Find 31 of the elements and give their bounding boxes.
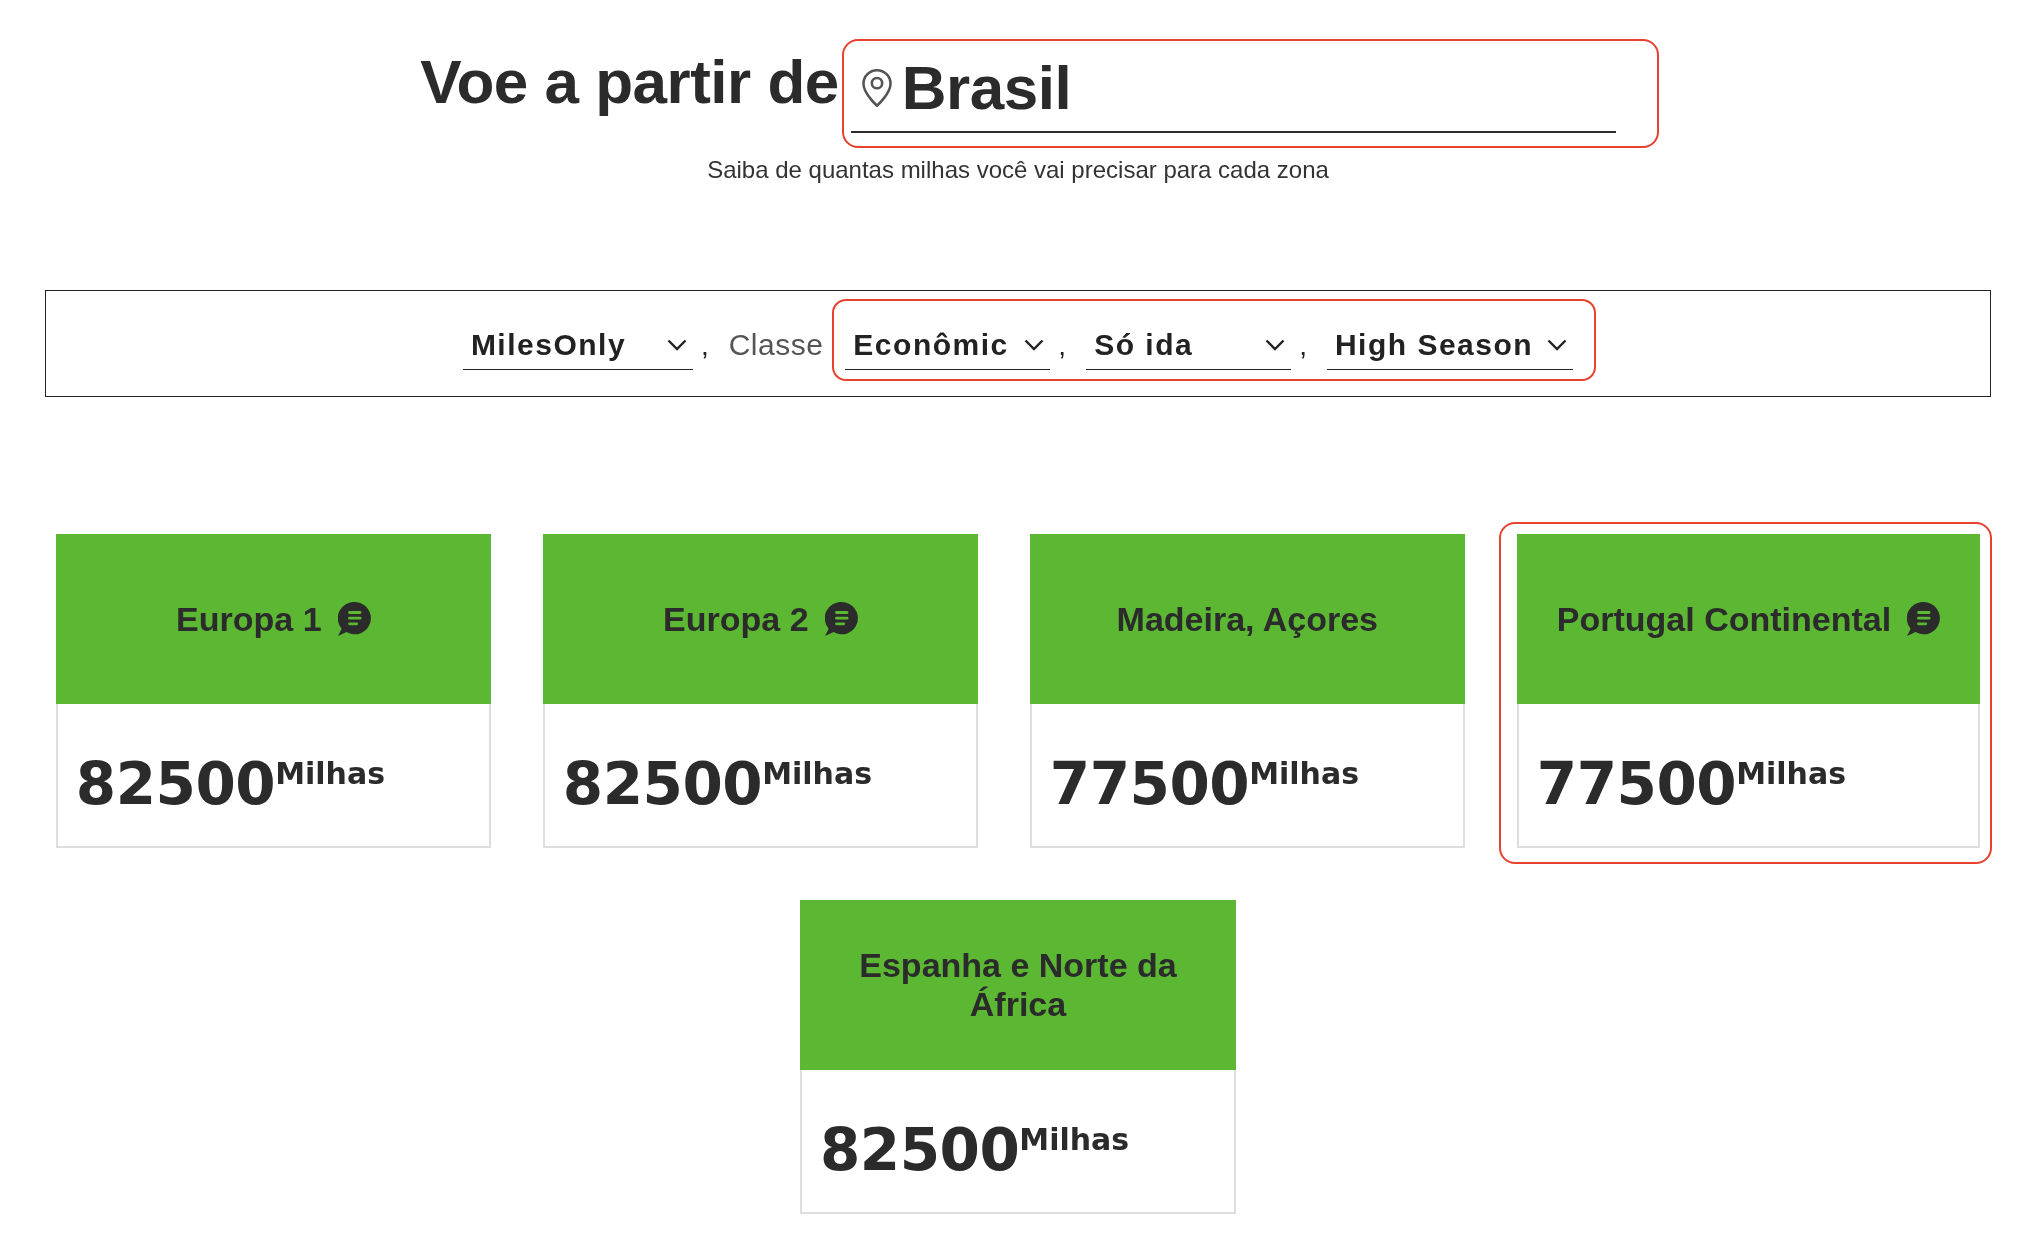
select-dropdown[interactable]: High Season (1326, 327, 1574, 370)
chevron-down-icon (1547, 338, 1568, 351)
miles-amount: 77500 (1049, 755, 1250, 813)
miles-unit: Milhas (1019, 1125, 1130, 1155)
page-subtitle: Saiba de quantas milhas você vai precisar para cada zona (707, 155, 1329, 185)
separator-text: , (700, 328, 709, 363)
chevron-down-icon (1265, 338, 1286, 351)
location-pin-icon (861, 69, 892, 107)
zone-title: Europa 1 (176, 599, 322, 639)
zone-title: Portugal Continental (1556, 599, 1892, 639)
miles-unit: Milhas (762, 759, 872, 789)
miles-amount: 82500 (562, 755, 763, 813)
select-dropdown[interactable]: MilesOnly (462, 327, 693, 370)
separator-text: , (1299, 328, 1307, 363)
miles-unit: Milhas (1249, 759, 1359, 789)
location-field[interactable]: Brasil (850, 45, 1616, 133)
select-dropdown[interactable]: Econômic (845, 327, 1051, 370)
select-dropdown[interactable]: Só ida (1086, 327, 1292, 370)
miles-amount: 77500 (1536, 755, 1737, 813)
chevron-down-icon (666, 338, 687, 351)
page-title: Voe a partir de (420, 46, 839, 118)
miles-unit: Milhas (275, 759, 385, 789)
miles-amount: 82500 (820, 1121, 1020, 1179)
zone-title: Madeira, Açores (1116, 599, 1379, 639)
miles-amount: 82500 (75, 755, 276, 813)
class-label: Classe (728, 327, 824, 362)
separator-text: , (1058, 328, 1067, 363)
zone-title: Espanha e Norte da África (858, 946, 1178, 1024)
zone-title: Europa 2 (663, 599, 809, 639)
miles-unit: Milhas (1736, 759, 1846, 789)
chevron-down-icon (1024, 338, 1045, 351)
